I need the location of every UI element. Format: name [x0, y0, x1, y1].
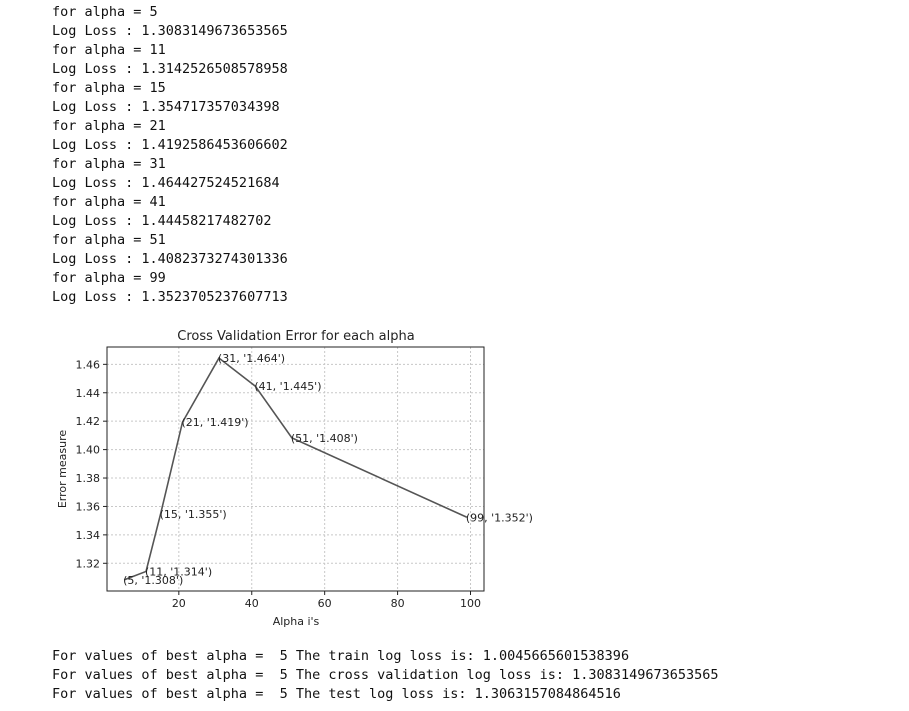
chart-svg: Cross Validation Error for each alpha 20… — [56, 329, 533, 628]
log-line: for alpha = 51 — [52, 232, 166, 248]
y-tick-label: 1.42 — [76, 415, 101, 428]
y-axis-label: Error measure — [56, 430, 69, 509]
y-tick-label: 1.40 — [76, 444, 101, 457]
chart-title: Cross Validation Error for each alpha — [177, 329, 414, 344]
log-line: Log Loss : 1.4192586453606602 — [52, 137, 288, 153]
x-tick-label: 60 — [318, 597, 332, 610]
log-line: for alpha = 11 — [52, 42, 166, 58]
result-line: For values of best alpha = 5 The cross v… — [52, 667, 719, 683]
log-line: Log Loss : 1.3142526508578958 — [52, 61, 288, 77]
log-line: Log Loss : 1.354717357034398 — [52, 99, 280, 115]
cv-error-chart: Cross Validation Error for each alpha 20… — [50, 323, 570, 633]
x-tick-label: 40 — [245, 597, 259, 610]
point-annotation: (31, '1.464') — [218, 352, 285, 365]
best-alpha-output: For values of best alpha = 5 The train l… — [52, 647, 718, 704]
point-annotation: (21, '1.419') — [181, 416, 248, 429]
x-axis-label: Alpha i's — [273, 615, 320, 628]
point-annotation: (51, '1.408') — [291, 432, 358, 445]
log-line: Log Loss : 1.3083149673653565 — [52, 23, 288, 39]
point-annotation: (99, '1.352') — [466, 511, 533, 524]
log-line: for alpha = 41 — [52, 194, 166, 210]
log-line: for alpha = 15 — [52, 80, 166, 96]
log-line: for alpha = 31 — [52, 156, 166, 172]
log-line: Log Loss : 1.464427524521684 — [52, 175, 280, 191]
result-line: For values of best alpha = 5 The test lo… — [52, 686, 621, 702]
x-tick-label: 100 — [460, 597, 481, 610]
log-line: for alpha = 5 — [52, 4, 158, 20]
log-line: Log Loss : 1.44458217482702 — [52, 213, 272, 229]
log-line: Log Loss : 1.3523705237607713 — [52, 289, 288, 305]
log-output: for alpha = 5 Log Loss : 1.30831496736535… — [52, 3, 288, 307]
x-tick-label: 20 — [172, 597, 186, 610]
point-annotation: (11, '1.314') — [145, 565, 212, 578]
log-line: for alpha = 21 — [52, 118, 166, 134]
point-annotation: (41, '1.445') — [254, 380, 321, 393]
x-tick-label: 80 — [391, 597, 405, 610]
log-line: for alpha = 99 — [52, 270, 166, 286]
y-tick-label: 1.38 — [76, 472, 101, 485]
tick-layer: 20 40 60 80 100 1.32 1.34 1.36 1.38 1.40 1.42 1.44 1… — [76, 358, 482, 610]
y-tick-label: 1.34 — [76, 529, 101, 542]
result-line: For values of best alpha = 5 The train l… — [52, 648, 630, 664]
log-line: Log Loss : 1.4082373274301336 — [52, 251, 288, 267]
y-tick-label: 1.46 — [76, 358, 101, 371]
y-tick-label: 1.32 — [76, 557, 101, 570]
annotation-layer: (5, '1.308')(11, '1.314')(15, '1.355')(2… — [123, 352, 533, 587]
y-tick-label: 1.44 — [76, 387, 101, 400]
point-annotation: (15, '1.355') — [160, 508, 227, 521]
y-tick-label: 1.36 — [76, 500, 101, 513]
